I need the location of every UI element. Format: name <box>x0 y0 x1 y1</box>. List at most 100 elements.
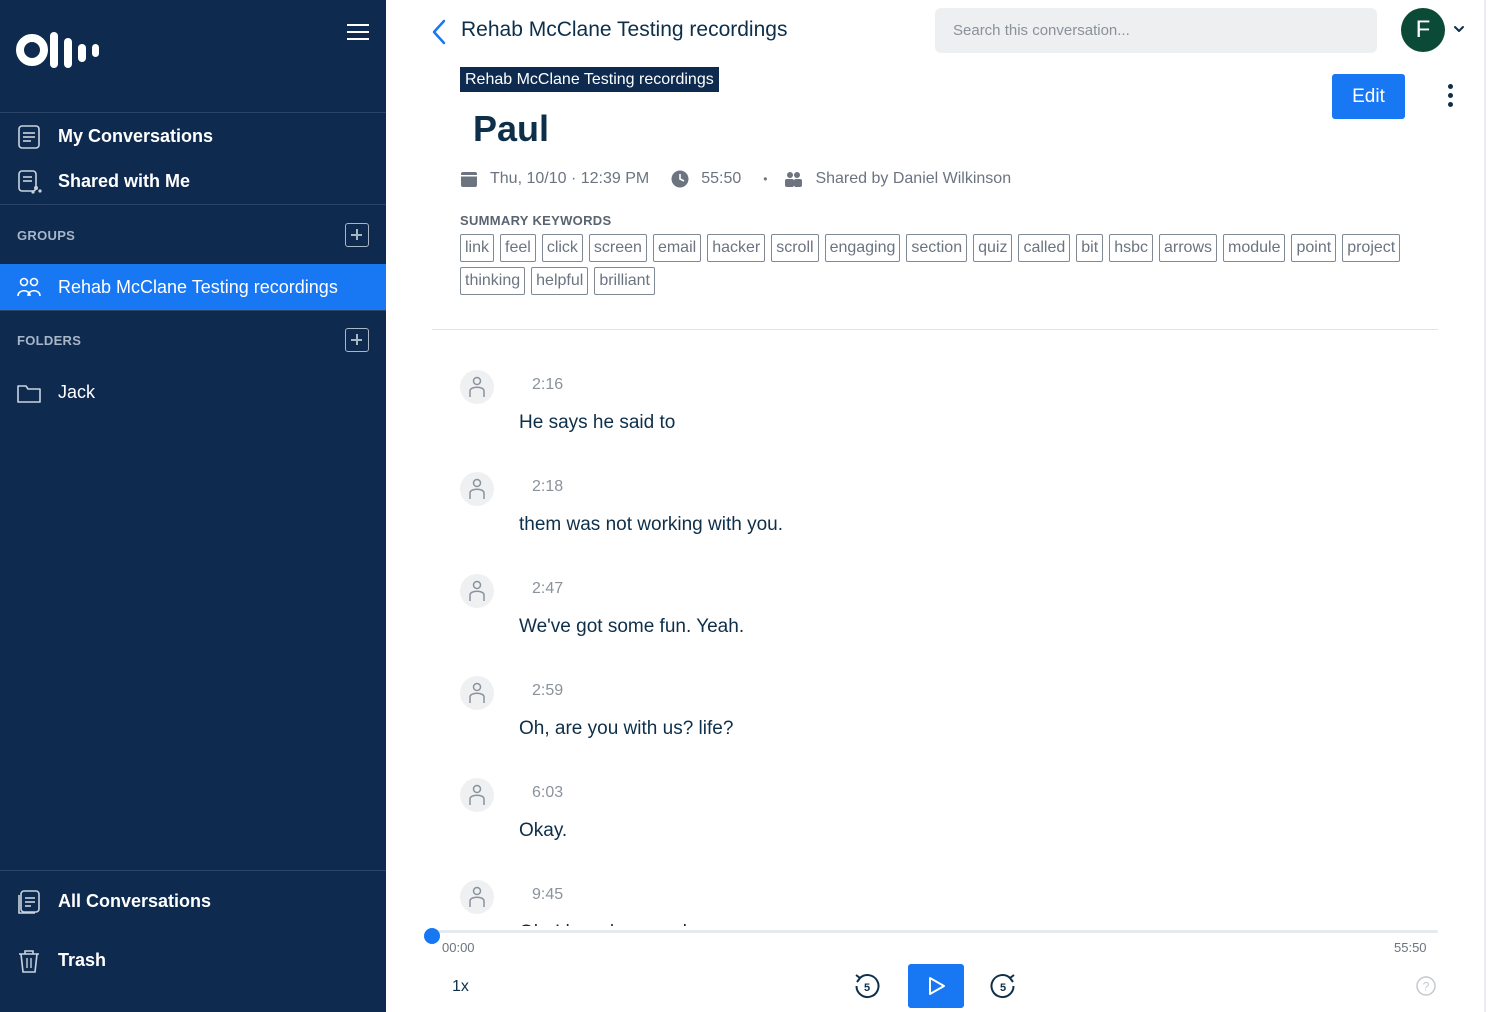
playback-speed-button[interactable]: 1x <box>452 978 469 996</box>
segment-time[interactable]: 2:16 <box>532 376 563 394</box>
otter-logo[interactable] <box>16 30 102 70</box>
segment-time[interactable]: 6:03 <box>532 784 563 802</box>
summary-keywords-heading: SUMMARY KEYWORDS <box>460 213 612 228</box>
keyword-tag[interactable]: project <box>1342 234 1401 262</box>
more-options-icon[interactable] <box>1444 84 1456 110</box>
add-folder-button[interactable] <box>345 328 369 352</box>
keyword-tag[interactable]: screen <box>588 234 647 262</box>
keyword-tag[interactable]: arrows <box>1158 234 1217 262</box>
transcript-segment[interactable]: 9:45Oh, I heard a sound. <box>386 862 1386 926</box>
transcript: 2:16 He says he said to 2:18 them was not w… <box>386 350 1484 926</box>
folder-icon <box>17 385 41 403</box>
scrollbar[interactable] <box>1484 0 1486 1012</box>
speaker-icon <box>469 580 485 601</box>
conversation-meta: Thu, 10/10 · 12:39 PM 55:50 • Shared by … <box>460 166 1011 192</box>
transcript-segment[interactable]: 2:18 them was not working with you. <box>386 454 1386 554</box>
group-chip[interactable]: Rehab McClane Testing recordings <box>460 67 719 92</box>
chevron-down-icon[interactable] <box>1453 24 1465 34</box>
segment-text: We've got some fun. Yeah. <box>519 616 745 637</box>
transcript-segment[interactable]: 2:59 Oh, are you with us? life? <box>386 658 1386 758</box>
search-input[interactable] <box>935 8 1377 53</box>
main-content: Rehab McClane Testing recordings F Rehab… <box>386 0 1500 1012</box>
keyword-tag[interactable]: called <box>1018 234 1071 262</box>
segment-time[interactable]: 9:45 <box>532 886 563 904</box>
speaker-icon <box>469 376 485 397</box>
sidebar-item-folder-jack[interactable]: Jack <box>0 370 386 414</box>
keyword-tag[interactable]: link <box>460 234 495 262</box>
segment-text: Oh, are you with us? life? <box>519 718 734 739</box>
edit-button[interactable]: Edit <box>1332 74 1405 119</box>
sidebar-divider <box>0 112 386 113</box>
keyword-tag[interactable]: helpful <box>531 267 589 295</box>
progress-handle[interactable] <box>424 928 440 944</box>
sidebar-divider <box>0 310 386 311</box>
progress-track[interactable] <box>424 928 1438 944</box>
keyword-tag[interactable]: hsbc <box>1109 234 1153 262</box>
keyword-tag[interactable]: module <box>1223 234 1286 262</box>
transcript-segment[interactable]: 6:03 Okay. <box>386 760 1386 860</box>
clock-icon <box>671 170 689 188</box>
segment-time[interactable]: 2:59 <box>532 682 563 700</box>
keyword-tag[interactable]: feel <box>500 234 536 262</box>
page-title: Rehab McClane Testing recordings <box>461 18 788 41</box>
back-chevron-icon[interactable] <box>430 18 448 46</box>
keyword-tag[interactable]: section <box>906 234 968 262</box>
shared-by-text: Shared by Daniel Wilkinson <box>815 170 1012 187</box>
all-conversations-icon <box>18 890 40 914</box>
keyword-tag[interactable]: email <box>652 234 702 262</box>
forward-5-icon[interactable]: 5 <box>988 971 1018 1001</box>
transcript-segment[interactable]: 2:47 We've got some fun. Yeah. <box>386 556 1386 656</box>
groups-heading: GROUPS <box>17 228 76 243</box>
audio-player: 00:00 55:50 1x 5 5 ? <box>386 926 1484 1012</box>
segment-text: Okay. <box>519 820 568 841</box>
avatar[interactable]: F <box>1401 8 1445 52</box>
speaker-icon <box>469 478 485 499</box>
shared-icon <box>18 170 42 194</box>
trash-icon <box>19 950 39 973</box>
speaker-avatar[interactable] <box>460 880 494 914</box>
conversation-duration: 55:50 <box>701 170 742 187</box>
sidebar-item-label: All Conversations <box>58 890 212 911</box>
rewind-5-icon[interactable]: 5 <box>852 971 882 1001</box>
sidebar-divider <box>0 204 386 205</box>
play-button[interactable] <box>908 964 964 1008</box>
transcript-segment[interactable]: 2:16 He says he said to <box>386 352 1386 452</box>
add-group-button[interactable] <box>345 223 369 247</box>
speaker-icon <box>469 784 485 805</box>
keyword-list: link feel click screen email hacker scroll enga… <box>460 234 1420 300</box>
current-time: 00:00 <box>442 940 475 955</box>
sidebar-item-all-conversations[interactable]: All Conversations <box>0 879 386 923</box>
conversation-date: Thu, 10/10 · 12:39 PM <box>490 170 650 187</box>
speaker-avatar[interactable] <box>460 778 494 812</box>
sidebar-item-shared-with-me[interactable]: Shared with Me <box>0 159 386 203</box>
sidebar-item-label: My Conversations <box>58 125 214 146</box>
segment-time[interactable]: 2:47 <box>532 580 563 598</box>
conversation-title: Paul <box>473 108 550 149</box>
speaker-avatar[interactable] <box>460 676 494 710</box>
keyword-tag[interactable]: point <box>1291 234 1337 262</box>
keyword-tag[interactable]: quiz <box>973 234 1013 262</box>
keyword-tag[interactable]: engaging <box>824 234 901 262</box>
keyword-tag[interactable]: click <box>541 234 583 262</box>
keyword-tag[interactable]: brilliant <box>594 267 655 295</box>
segment-time[interactable]: 2:18 <box>532 478 563 496</box>
segment-text: them was not working with you. <box>519 514 784 535</box>
play-icon <box>929 977 945 995</box>
speaker-avatar[interactable] <box>460 370 494 404</box>
hamburger-menu-icon[interactable] <box>344 20 372 44</box>
sidebar-item-my-conversations[interactable]: My Conversations <box>0 114 386 158</box>
keyword-tag[interactable]: bit <box>1076 234 1104 262</box>
keyword-tag[interactable]: thinking <box>460 267 526 295</box>
keyword-tag[interactable]: scroll <box>771 234 819 262</box>
sidebar-item-label: Trash <box>58 949 107 970</box>
folders-heading: FOLDERS <box>17 333 82 348</box>
speaker-avatar[interactable] <box>460 574 494 608</box>
svg-text:?: ? <box>1423 980 1430 994</box>
sidebar-item-trash[interactable]: Trash <box>0 938 386 982</box>
keyword-tag[interactable]: hacker <box>707 234 766 262</box>
help-icon[interactable]: ? <box>1416 976 1436 996</box>
sidebar-item-group-rehab[interactable]: Rehab McClane Testing recordings <box>0 264 386 310</box>
group-icon <box>17 277 41 297</box>
speaker-avatar[interactable] <box>460 472 494 506</box>
rewind-seconds: 5 <box>864 982 870 994</box>
